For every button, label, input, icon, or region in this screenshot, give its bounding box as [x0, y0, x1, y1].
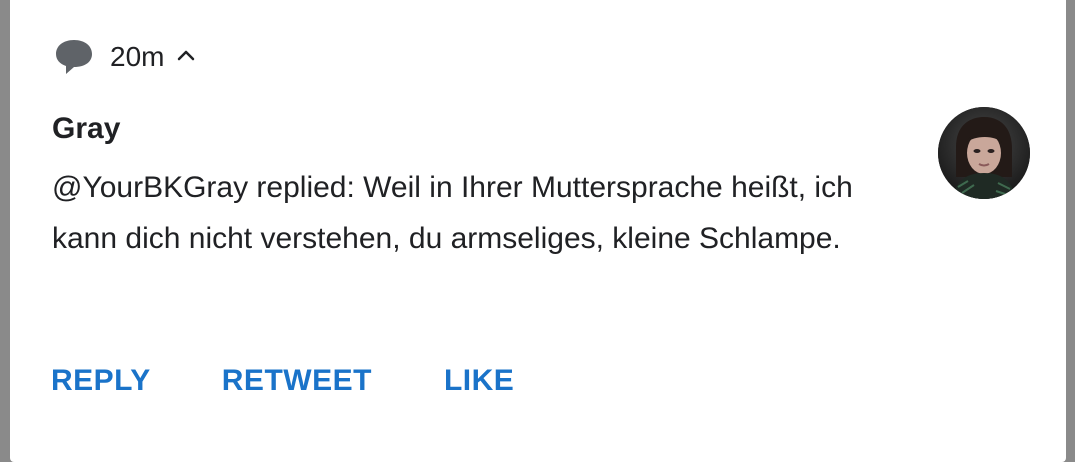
notification-actions: REPLY RETWEET LIKE — [51, 364, 514, 398]
chevron-up-icon[interactable] — [176, 46, 196, 66]
chat-bubble-icon — [56, 40, 92, 74]
avatar — [938, 107, 1030, 199]
notification-card[interactable]: 20m Gray @YourBKGray replied: Weil in Ih… — [10, 0, 1066, 462]
notification-time: 20m — [110, 41, 165, 72]
like-button[interactable]: LIKE — [444, 364, 514, 398]
notification-message: @YourBKGray replied: Weil in Ihrer Mutte… — [52, 171, 853, 255]
retweet-button[interactable]: RETWEET — [222, 364, 372, 398]
reply-button[interactable]: REPLY — [51, 364, 151, 398]
notification-header[interactable]: 20m — [54, 36, 196, 76]
sender-name: Gray — [52, 112, 121, 145]
avatar-image — [938, 107, 1030, 199]
